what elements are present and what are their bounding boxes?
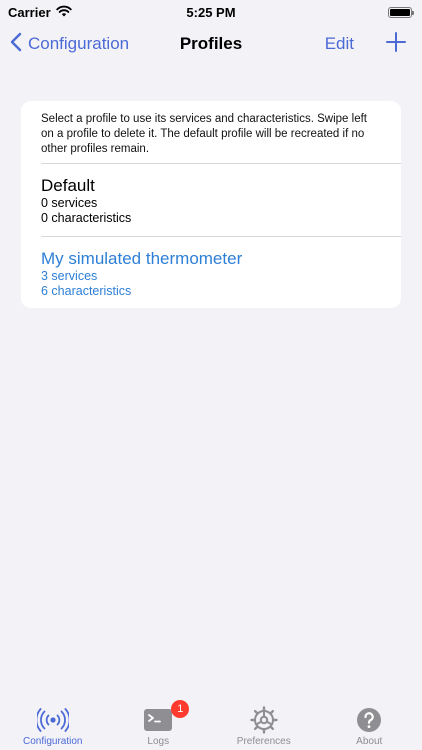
- battery-icon: [388, 6, 414, 18]
- profiles-list-card: Select a profile to use its services and…: [21, 101, 401, 308]
- carrier-label: Carrier: [8, 4, 51, 20]
- tab-label: Logs: [147, 736, 170, 747]
- profile-name: My simulated thermometer: [41, 249, 243, 268]
- profile-services-count: 3 services: [41, 269, 98, 283]
- status-bar: Carrier 5:25 PM: [0, 0, 422, 24]
- tab-label: Configuration: [23, 736, 83, 747]
- status-left: Carrier: [8, 5, 72, 20]
- tab-label: Preferences: [236, 736, 291, 747]
- tab-label: About: [356, 736, 383, 747]
- tab-about[interactable]: About: [324, 706, 414, 747]
- broadcast-icon: [36, 706, 69, 734]
- profile-characteristics-count: 0 characteristics: [41, 211, 132, 225]
- gear-icon: [250, 706, 278, 734]
- tab-bar: Configuration 1 Logs Preferences About: [0, 700, 422, 750]
- back-button-label: Configuration: [28, 34, 130, 53]
- profiles-screen: Carrier 5:25 PM Configuration Profiles E…: [0, 0, 422, 750]
- profile-row-default[interactable]: Default 0 services 0 characteristics: [21, 164, 401, 236]
- profile-characteristics-count: 6 characteristics: [41, 284, 132, 298]
- logs-badge: 1: [171, 700, 190, 718]
- tab-preferences[interactable]: Preferences: [219, 706, 309, 747]
- battery-level: [390, 8, 410, 16]
- profile-row-my-simulated-thermometer[interactable]: My simulated thermometer 3 services 6 ch…: [21, 237, 401, 308]
- question-icon: [356, 706, 382, 734]
- tab-configuration[interactable]: Configuration: [8, 706, 98, 747]
- terminal-icon: 1: [144, 700, 190, 734]
- edit-button[interactable]: Edit: [325, 34, 354, 54]
- navigation-bar: Configuration Profiles Edit: [0, 24, 422, 64]
- profile-name: Default: [41, 176, 95, 195]
- profiles-help-text: Select a profile to use its services and…: [41, 113, 367, 155]
- profile-services-count: 0 services: [41, 196, 98, 210]
- tab-logs[interactable]: 1 Logs: [113, 700, 203, 747]
- wifi-icon: [55, 5, 72, 20]
- chevron-left-icon: [10, 32, 22, 57]
- back-button[interactable]: Configuration: [10, 32, 129, 57]
- plus-icon: [385, 31, 407, 58]
- add-profile-button[interactable]: [382, 30, 410, 58]
